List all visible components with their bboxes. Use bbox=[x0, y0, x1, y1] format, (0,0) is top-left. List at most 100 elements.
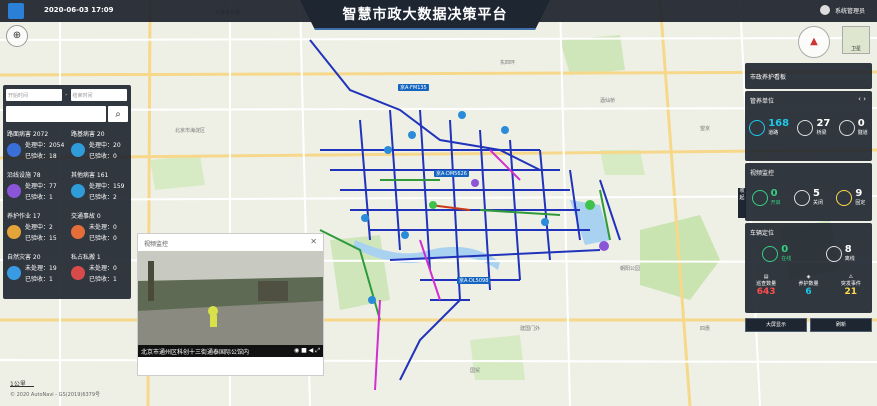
stat-line2: 已验收：2 bbox=[89, 194, 117, 201]
stat-other[interactable]: 其他病害 161 处理中：159 已验收：2 bbox=[69, 169, 131, 210]
stat-line2: 已验收：0 bbox=[89, 153, 117, 160]
card-label: 养护数量 bbox=[798, 281, 819, 287]
camera-off-icon bbox=[793, 189, 810, 206]
vehicle-offline[interactable]: 8 离线 bbox=[825, 244, 855, 262]
board-header: 市政养护看板 bbox=[745, 63, 872, 89]
app-logo-icon bbox=[8, 3, 24, 19]
video-num: 0 bbox=[770, 188, 778, 199]
unit-label: 桥梁 bbox=[816, 130, 827, 136]
compass-icon[interactable]: ▲ bbox=[798, 26, 830, 58]
start-date-input[interactable]: 开始时间 bbox=[6, 89, 62, 101]
other-icon bbox=[71, 184, 85, 198]
action-buttons: 大屏显示 刷新 bbox=[745, 318, 872, 332]
popup-header: 视频监控 ✕ bbox=[138, 234, 323, 251]
stat-line1: 处理中：2 bbox=[25, 224, 53, 231]
vehicle-block: 车辆定位 0 在线 8 离线 ▤ 巡查数量 643 ◈ 养护数量 6 ⚠ 突发事… bbox=[745, 223, 872, 313]
video-caption: 北京市通州区科创十三街通泰国际公馆内 bbox=[141, 349, 250, 356]
occupation-icon bbox=[71, 266, 85, 280]
fixed-camera-icon bbox=[836, 189, 853, 206]
maintenance-card[interactable]: ◈ 养护数量 6 bbox=[798, 274, 818, 297]
warning-icon bbox=[71, 225, 85, 239]
stat-road-surface[interactable]: 路面病害 2072 处理中：2054 已验收：18 bbox=[5, 128, 67, 169]
stat-title: 路基病害 20 bbox=[71, 131, 105, 138]
stat-title: 沿线设施 78 bbox=[7, 172, 41, 179]
stat-line1: 处理中：77 bbox=[25, 183, 57, 190]
stat-line1: 处理中：2054 bbox=[25, 142, 65, 149]
end-date-input[interactable]: 结束时间 bbox=[70, 89, 127, 101]
video-off[interactable]: 5 关闭 bbox=[793, 189, 823, 206]
stat-roadbed[interactable]: 路基病害 20 处理中：20 已验收：0 bbox=[69, 128, 131, 169]
incident-card[interactable]: ⚠ 突发事件 21 bbox=[841, 274, 861, 297]
left-stats-panel: 开始时间 - 结束时间 ⌕ 路面病害 2072 处理中：2054 已验收：18 … bbox=[3, 85, 131, 299]
vehicle-num: 8 bbox=[844, 244, 852, 255]
card-num: 21 bbox=[844, 287, 858, 297]
vehicle-label: 离线 bbox=[844, 256, 855, 262]
svg-text:东四环: 东四环 bbox=[500, 59, 515, 66]
road-icon bbox=[7, 143, 21, 157]
video-fixed[interactable]: 9 固定 bbox=[836, 189, 865, 206]
fullscreen-button[interactable]: 大屏显示 bbox=[745, 318, 807, 332]
unit-label: 隧道 bbox=[857, 130, 868, 136]
search-input[interactable] bbox=[6, 106, 106, 122]
facility-icon bbox=[7, 184, 21, 198]
stat-line1: 处理中：159 bbox=[89, 183, 125, 190]
svg-text:四惠: 四惠 bbox=[700, 325, 710, 332]
patrol-card[interactable]: ▤ 巡查数量 643 bbox=[756, 274, 776, 297]
stat-title: 路面病害 2072 bbox=[7, 131, 49, 138]
video-label: 固定 bbox=[855, 200, 866, 206]
stat-disaster[interactable]: 自然灾害 20 未处理：19 已验收：1 bbox=[5, 251, 67, 292]
card-num: 643 bbox=[756, 287, 776, 297]
user-menu[interactable]: 系统管理员 bbox=[819, 5, 865, 15]
video-frame[interactable] bbox=[138, 251, 323, 345]
datetime: 2020-06-03 17:09 bbox=[44, 6, 114, 14]
tunnel-icon bbox=[838, 119, 855, 136]
maintenance-icon bbox=[7, 225, 21, 239]
video-label: 开启 bbox=[770, 200, 781, 206]
vehicle-num: 0 bbox=[781, 244, 789, 255]
unit-num: 168 bbox=[768, 118, 790, 129]
unit-num: 27 bbox=[816, 118, 831, 129]
map-copyright: © 2020 AutoNavi - GS(2019)6379号 bbox=[10, 392, 101, 398]
zoom-control-icon[interactable]: ⊕ bbox=[6, 25, 28, 47]
unit-tunnel[interactable]: 0 隧道 bbox=[838, 118, 868, 136]
svg-text:望京: 望京 bbox=[700, 125, 710, 132]
video-on[interactable]: 0 开启 bbox=[751, 188, 781, 206]
unit-road[interactable]: 168 道路 bbox=[749, 119, 789, 136]
vehicle-online[interactable]: 0 在线 bbox=[762, 245, 791, 262]
vehicle-tag[interactable]: 京A·DL5098 bbox=[457, 277, 491, 284]
popup-title: 视频监控 bbox=[144, 241, 169, 248]
map-type-switch[interactable]: 卫星 bbox=[842, 26, 870, 54]
unit-label: 道路 bbox=[768, 130, 779, 136]
road-icon bbox=[749, 119, 766, 136]
svg-text:国贸: 国贸 bbox=[470, 367, 480, 374]
stat-line2: 已验收：1 bbox=[25, 276, 53, 283]
stat-line1: 未处理：19 bbox=[25, 265, 57, 272]
search-icon[interactable]: ⌕ bbox=[108, 106, 128, 122]
board-title: 市政养护看板 bbox=[750, 74, 787, 81]
unit-bridge[interactable]: 27 桥梁 bbox=[797, 119, 830, 136]
stat-title: 其他病害 161 bbox=[71, 172, 109, 179]
vehicle-tag[interactable]: 京A·FM135 bbox=[398, 84, 429, 91]
truck-off-icon bbox=[825, 245, 842, 262]
svg-text:朝阳公园: 朝阳公园 bbox=[620, 265, 640, 272]
stat-accident[interactable]: 交通事故 0 未处理：0 已验收：0 bbox=[69, 210, 131, 251]
video-label: 关闭 bbox=[812, 200, 823, 206]
search-row: ⌕ bbox=[3, 104, 131, 124]
vehicle-tag[interactable]: 京A·DM5626 bbox=[434, 170, 469, 177]
pager-arrows-icon[interactable]: ‹ › bbox=[858, 95, 866, 103]
close-icon[interactable]: ✕ bbox=[310, 237, 317, 246]
refresh-button[interactable]: 刷新 bbox=[810, 318, 872, 332]
video-controls-icon[interactable]: ◉ ■ ◀ ⤢ bbox=[294, 347, 320, 355]
unit-num: 0 bbox=[857, 118, 865, 129]
vehicle-title: 车辆定位 bbox=[750, 230, 775, 237]
card-label: 巡查数量 bbox=[756, 281, 777, 287]
stat-title: 养护作业 17 bbox=[7, 213, 41, 220]
stat-line2: 已验收：18 bbox=[25, 153, 57, 160]
stat-maintenance[interactable]: 养护作业 17 处理中：2 已验收：15 bbox=[5, 210, 67, 251]
video-block: 视频监控 0 开启 5 关闭 9 固定 bbox=[745, 163, 872, 221]
stat-facilities[interactable]: 沿线设施 78 处理中：77 已验收：1 bbox=[5, 169, 67, 210]
map-scale: 1公里 bbox=[10, 379, 34, 388]
stat-line1: 未处理：0 bbox=[89, 265, 117, 272]
video-title: 视频监控 bbox=[750, 170, 775, 177]
stat-occupation[interactable]: 私占私搬 1 未处理：0 已验收：1 bbox=[69, 251, 131, 292]
